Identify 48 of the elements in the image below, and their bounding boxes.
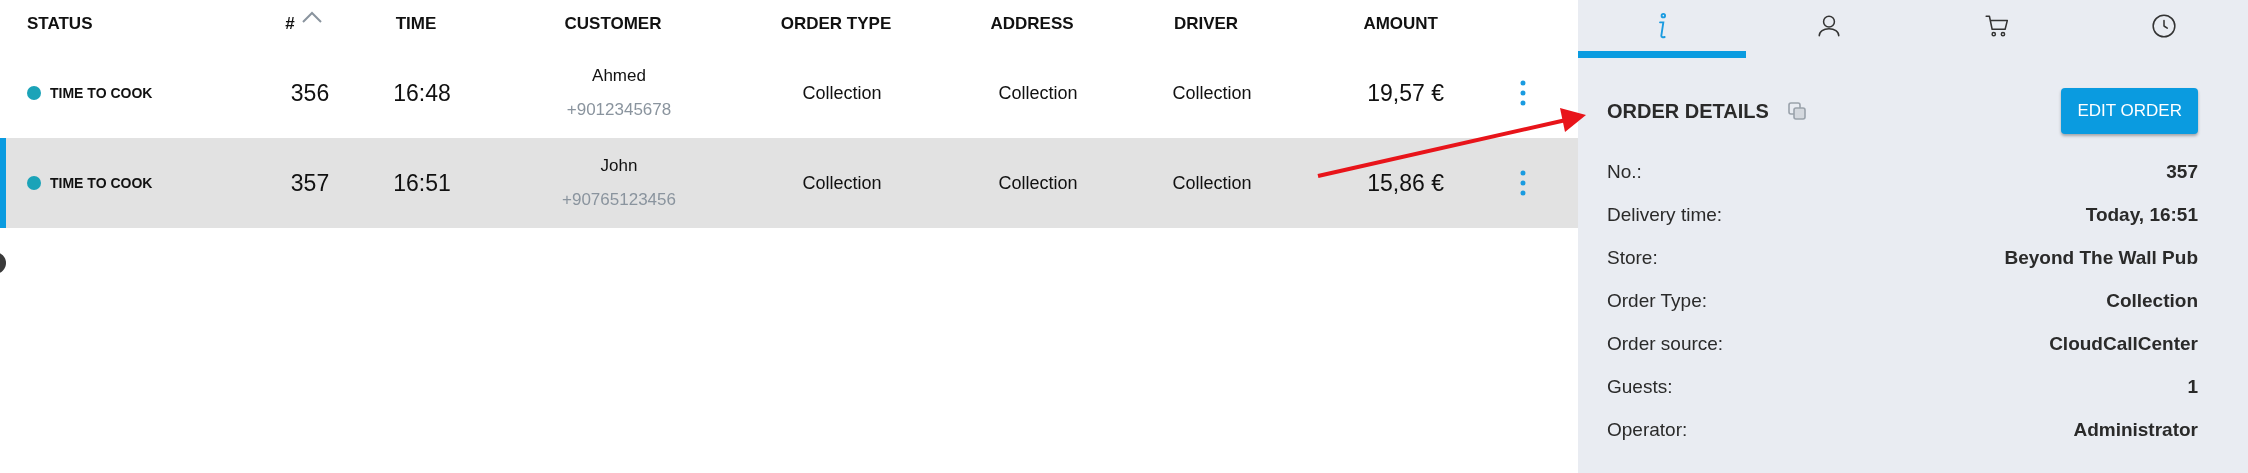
sort-up-icon xyxy=(300,10,323,24)
detail-value: Administrator xyxy=(2073,418,2198,441)
order-type: Collection xyxy=(802,82,882,104)
column-header[interactable]: TIME xyxy=(395,14,437,34)
detail-value: Beyond The Wall Pub xyxy=(2004,246,2198,269)
column-header[interactable]: ADDRESS xyxy=(990,14,1074,34)
detail-value: Collection xyxy=(2106,289,2198,312)
address: Collection xyxy=(998,82,1078,104)
column-header[interactable]: AMOUNT xyxy=(1363,14,1438,34)
more-vertical-icon[interactable] xyxy=(1520,170,1526,196)
customer-phone: +9012345678 xyxy=(566,100,672,120)
order-time: 16:51 xyxy=(393,169,451,197)
more-vertical-icon[interactable] xyxy=(1520,80,1526,106)
detail-label: No.: xyxy=(1607,160,1642,183)
amount: 19,57 € xyxy=(1367,79,1444,107)
detail-value: Today, 16:51 xyxy=(2085,203,2198,226)
column-header[interactable]: CUSTOMER xyxy=(564,14,662,34)
order-type: Collection xyxy=(802,172,882,194)
cart-icon xyxy=(1983,12,2010,39)
customer-phone: +90765123456 xyxy=(562,190,676,210)
order-time: 16:48 xyxy=(393,79,451,107)
driver: Collection xyxy=(1172,82,1252,104)
customer-name: Ahmed xyxy=(592,66,646,86)
detail-label: Store: xyxy=(1607,246,1658,269)
detail-label: Order source: xyxy=(1607,332,1724,355)
detail-label: Guests: xyxy=(1607,375,1673,398)
section-title: ORDER DETAILS xyxy=(1607,99,1769,123)
detail-value: 1 xyxy=(2187,375,2198,398)
copy-icon[interactable] xyxy=(1786,101,1807,121)
address: Collection xyxy=(998,172,1078,194)
detail-label: Delivery time: xyxy=(1607,203,1723,226)
status-label: TIME TO COOK xyxy=(50,175,153,191)
detail-label: Operator: xyxy=(1607,418,1688,441)
column-header[interactable]: STATUS xyxy=(27,14,93,34)
detail-value: 357 xyxy=(2166,160,2198,183)
detail-value: CloudCallCenter xyxy=(2049,332,2198,355)
clock-icon xyxy=(2151,12,2178,39)
detail-label: Order Type: xyxy=(1607,289,1707,312)
amount: 15,86 € xyxy=(1367,169,1444,197)
order-row[interactable]: TIME TO COOK 357 16:51 John +90765123456 Collection Collection Collection 15,86 € xyxy=(0,138,1578,228)
status-label: TIME TO COOK xyxy=(50,85,153,101)
column-header[interactable]: ORDER TYPE xyxy=(780,14,892,34)
order-number: 356 xyxy=(290,79,330,107)
order-number: 357 xyxy=(290,169,330,197)
column-header[interactable]: DRIVER xyxy=(1173,14,1239,34)
column-header[interactable]: # xyxy=(285,14,295,34)
driver: Collection xyxy=(1172,172,1252,194)
customer-name: John xyxy=(600,156,638,176)
